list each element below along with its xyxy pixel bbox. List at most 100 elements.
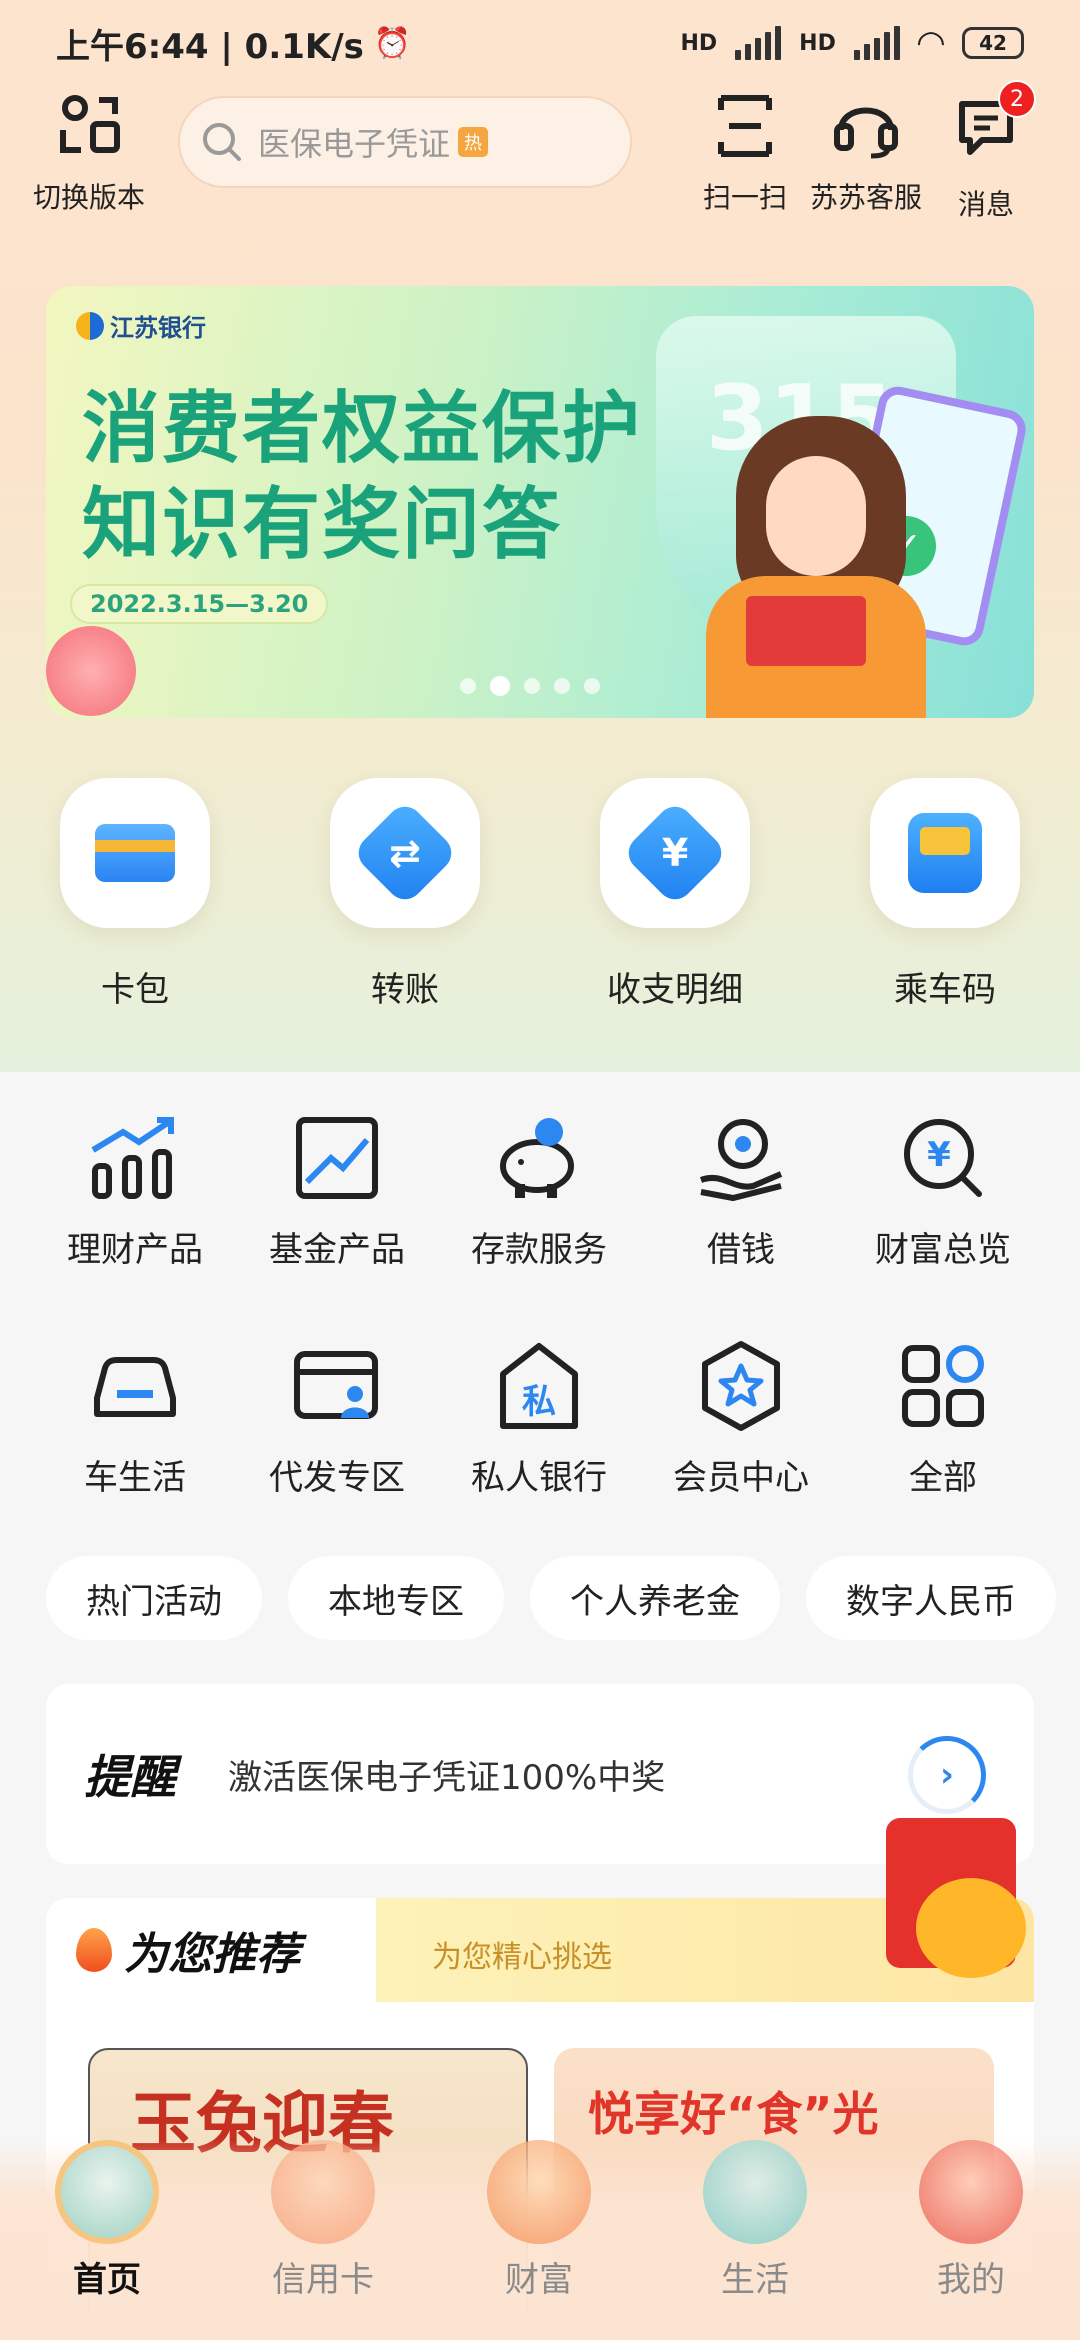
coin-hand-icon [699, 1119, 783, 1202]
wave-icon [703, 2140, 807, 2244]
wealth-search-icon: ¥ [904, 1119, 982, 1197]
grid-item-payroll[interactable]: 代发专区 [237, 1338, 437, 1499]
banner-dot[interactable] [460, 678, 476, 694]
bank-logo-mark [76, 311, 104, 340]
svg-text:¥: ¥ [927, 1135, 951, 1175]
grid-label: 理财产品 [67, 1230, 203, 1270]
nav-label: 信用卡 [272, 2260, 374, 2300]
bottom-nav: 首页 信用卡 财富 生活 我的 [0, 2140, 1080, 2340]
message-label: 消息 [957, 188, 1014, 221]
lantern-icon [919, 2140, 1023, 2244]
grid-label: 借钱 [707, 1230, 775, 1270]
nav-credit-card[interactable]: 信用卡 [248, 2140, 398, 2301]
grid-item-all[interactable]: 全部 [843, 1338, 1043, 1499]
trend-chart-icon [296, 1117, 378, 1199]
quick-bus-code[interactable]: 乘车码 [855, 778, 1035, 1011]
banner-dot-active[interactable] [490, 676, 510, 696]
quick-transfer[interactable]: ⇄ 转账 [315, 778, 495, 1011]
reminder-text: 激活医保电子凭证100%中奖 [228, 1757, 666, 1798]
grid-label: 私人银行 [471, 1458, 607, 1498]
recommend-title-text: 为您推荐 [124, 1929, 300, 1980]
category-pills: 热门活动 本地专区 个人养老金 数字人民币 [46, 1556, 1056, 1640]
message-badge: 2 [998, 80, 1036, 118]
quick-label: 乘车码 [894, 970, 996, 1010]
quick-statement[interactable]: ¥ 收支明细 [585, 778, 765, 1011]
reminder-tag: 提醒 [84, 1750, 176, 1804]
quick-card-wallet[interactable]: 卡包 [45, 778, 225, 1011]
recommend-card2-title: 悦享好“食”光 [588, 2087, 879, 2141]
flame-icon [76, 1928, 112, 1972]
headset-icon [834, 107, 898, 159]
banner-date: 2022.3.15—3.20 [70, 584, 329, 624]
girl-face-illustration [766, 456, 866, 576]
grid-item-car-life[interactable]: 车生活 [35, 1338, 235, 1499]
banner-dot[interactable] [554, 678, 570, 694]
promo-banner[interactable]: 江苏银行 消费者权益保护 知识有奖问答 2022.3.15—3.20 315 ✓ [46, 286, 1034, 718]
nav-label: 首页 [73, 2260, 141, 2300]
bar-chart-up-icon [91, 1117, 174, 1199]
quick-actions: 卡包 ⇄ 转账 ¥ 收支明细 乘车码 [0, 778, 1080, 1028]
banner-dot[interactable] [524, 678, 540, 694]
customer-service-label: 苏苏客服 [809, 181, 922, 214]
recommend-subtitle: 为您精心挑选 [432, 1940, 612, 1975]
crane-icon [55, 2140, 159, 2244]
nav-life[interactable]: 生活 [680, 2140, 830, 2301]
scan-button[interactable]: 扫一扫 [690, 90, 800, 216]
pill-hot-activity[interactable]: 热门活动 [46, 1556, 262, 1640]
all-apps-icon [902, 1345, 984, 1427]
grid-item-wealth-products[interactable]: 理财产品 [35, 1110, 235, 1271]
wifi-icon: ◠ [917, 23, 944, 63]
grid-label: 存款服务 [471, 1230, 607, 1270]
koi-fish-icon [487, 2140, 591, 2244]
grid-item-wealth-overview[interactable]: ¥ 财富总览 [843, 1110, 1043, 1271]
bank-logo: 江苏银行 [76, 308, 206, 343]
lotus-icon [271, 2140, 375, 2244]
payroll-card-icon [294, 1351, 378, 1419]
status-time-speed: 上午6:44 | 0.1K/s [56, 26, 364, 67]
pill-digital-rmb[interactable]: 数字人民币 [806, 1556, 1056, 1640]
grid-label: 会员中心 [673, 1458, 809, 1498]
nav-wealth[interactable]: 财富 [464, 2140, 614, 2301]
bank-logo-text: 江苏银行 [110, 314, 206, 342]
grid-label: 代发专区 [269, 1458, 405, 1498]
pill-personal-pension[interactable]: 个人养老金 [530, 1556, 780, 1640]
signal-icon-1 [735, 26, 782, 60]
quick-label: 转账 [371, 970, 439, 1010]
switch-version-button[interactable]: 切换版本 [30, 90, 148, 216]
duck-mascot-illustration [916, 1878, 1026, 1978]
banner-dot[interactable] [584, 678, 600, 694]
grid-item-member-center[interactable]: 会员中心 [641, 1338, 841, 1499]
grid-label: 全部 [909, 1458, 977, 1498]
recommend-title: 为您推荐 [76, 1918, 300, 1982]
scan-icon [718, 95, 772, 157]
grid-item-deposit[interactable]: 存款服务 [439, 1110, 639, 1271]
grid-item-private-bank[interactable]: 私 私人银行 [439, 1338, 639, 1499]
grid-label: 基金产品 [269, 1230, 405, 1270]
chevron-right-icon[interactable]: › [908, 1736, 986, 1814]
customer-service-button[interactable]: 苏苏客服 [804, 90, 928, 216]
grid-item-fund-products[interactable]: 基金产品 [237, 1110, 437, 1271]
book-illustration [746, 596, 866, 666]
message-button[interactable]: 2 消息 [946, 80, 1036, 223]
grid-label: 财富总览 [875, 1230, 1011, 1270]
hd-label-2: HD [799, 30, 836, 56]
status-bar: 上午6:44 | 0.1K/s ⏰ HD HD ◠ 42 [0, 0, 1080, 86]
search-placeholder: 医保电子凭证 [258, 125, 451, 163]
nav-home[interactable]: 首页 [32, 2140, 182, 2301]
yuan-statement-icon: ¥ [600, 778, 750, 928]
car-icon [94, 1357, 176, 1417]
mute-alarm-icon: ⏰ [373, 25, 412, 61]
header: 切换版本 医保电子凭证 热 扫一扫 苏苏客服 2 消息 [0, 80, 1080, 221]
switch-version-icon [60, 95, 120, 153]
nav-label: 财富 [505, 2260, 573, 2300]
pill-local-zone[interactable]: 本地专区 [288, 1556, 504, 1640]
grid-item-borrow[interactable]: 借钱 [641, 1110, 841, 1271]
private-bank-glyph: 私 [522, 1382, 556, 1422]
hot-tag: 热 [458, 127, 489, 157]
floating-mascot[interactable] [866, 1818, 1036, 1998]
nav-mine[interactable]: 我的 [896, 2140, 1046, 2301]
search-bar[interactable]: 医保电子凭证 热 [178, 96, 632, 188]
signal-icon-2 [853, 26, 900, 60]
petal-decoration [46, 626, 136, 716]
card-wallet-icon [60, 778, 210, 928]
